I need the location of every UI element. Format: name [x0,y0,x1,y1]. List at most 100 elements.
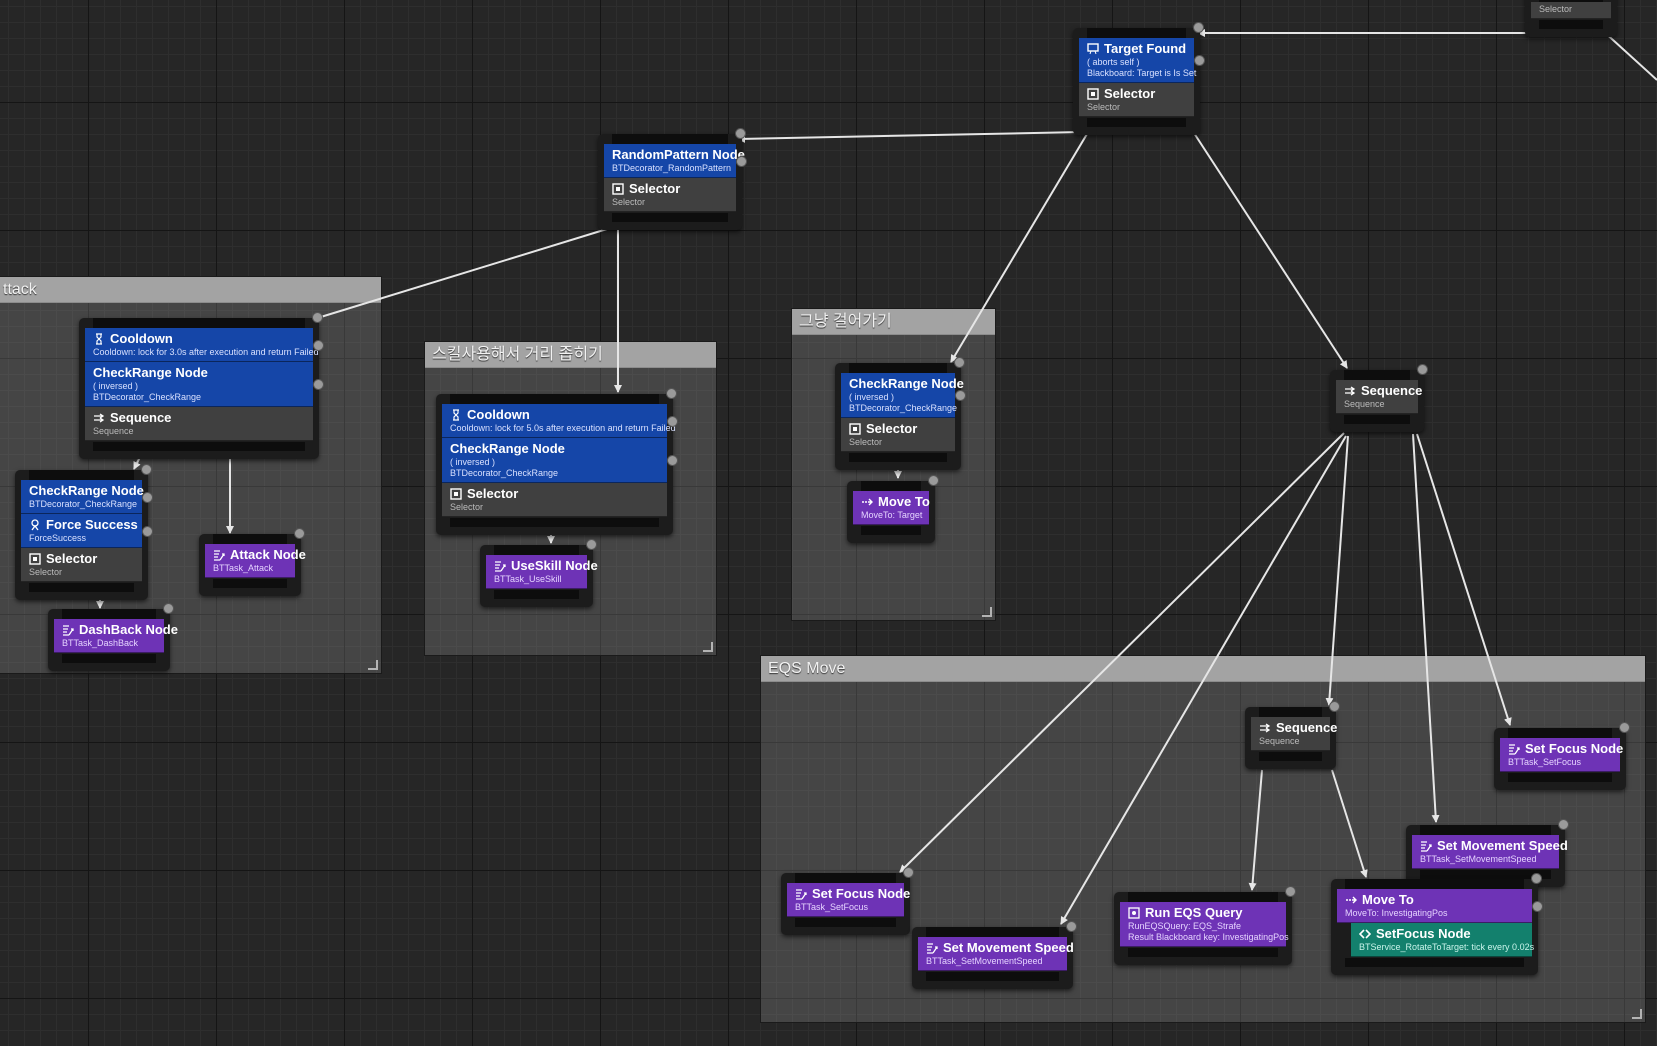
node-input-bar[interactable] [849,363,947,373]
node-input-bar[interactable] [1128,892,1278,902]
task-block[interactable]: Set Movement Speed BTTask_SetMovementSpe… [918,937,1074,971]
node-input-bar[interactable] [926,927,1059,937]
force-success-decorator[interactable]: Force Success ForceSuccess [21,514,153,548]
task-block[interactable]: DashBack Node BTTask_DashBack [54,619,178,653]
decorator-pin[interactable] [955,390,966,401]
node-output-bar[interactable] [1087,118,1186,127]
input-pin[interactable] [294,528,305,539]
attack-selector-node[interactable]: CheckRange Node BTDecorator_CheckRange F… [15,464,153,600]
node-output-bar[interactable] [450,518,659,527]
random-pattern-decorator[interactable]: RandomPattern Node BTDecorator_RandomPat… [604,144,747,178]
node-input-bar[interactable] [93,318,305,328]
random-pattern-selector-node[interactable]: RandomPattern Node BTDecorator_RandomPat… [598,128,747,230]
sequence-composite[interactable]: Sequence Sequence [1251,717,1337,751]
node-output-bar[interactable] [1259,752,1322,761]
task-block[interactable]: Set Focus Node BTTask_SetFocus [787,883,910,917]
node-input-bar[interactable] [213,534,287,544]
check-range-decorator[interactable]: CheckRange Node ( inversed ) BTDecorator… [85,362,324,407]
decorator-pin[interactable] [667,455,678,466]
decorator-pin[interactable] [667,415,678,427]
node-input-bar[interactable] [450,394,659,404]
input-pin[interactable] [666,388,677,399]
node-input-bar[interactable] [29,470,134,480]
run-eqs-query-task-node[interactable]: Run EQS Query RunEQSQuery: EQS_Strafe Re… [1114,886,1296,965]
check-range-decorator[interactable]: CheckRange Node BTDecorator_CheckRange [21,480,153,514]
node-input-bar[interactable] [1508,728,1612,738]
task-block[interactable]: Move To MoveTo: InvestigatingPos [1337,889,1543,923]
node-input-bar[interactable] [62,609,156,619]
node-input-bar[interactable] [1344,370,1410,380]
input-pin[interactable] [903,867,914,878]
cooldown-decorator[interactable]: Cooldown Cooldown: lock for 5.0s after e… [442,404,678,438]
task-block[interactable]: Run EQS Query RunEQSQuery: EQS_Strafe Re… [1120,902,1289,947]
task-block[interactable]: Set Focus Node BTTask_SetFocus [1500,738,1623,772]
input-pin[interactable] [735,128,746,139]
node-input-bar[interactable] [1087,28,1186,38]
node-output-bar[interactable] [849,453,947,462]
input-pin[interactable] [1531,873,1542,884]
useskill-task-node[interactable]: UseSkill Node BTTask_UseSkill [480,539,598,607]
input-pin[interactable] [1417,364,1428,375]
input-pin[interactable] [586,539,597,550]
node-output-bar[interactable] [861,526,921,535]
decorator-pin[interactable] [142,525,153,537]
input-pin[interactable] [928,475,939,486]
node-output-bar[interactable] [1539,20,1603,29]
node-input-bar[interactable] [612,134,728,144]
walk-selector-node[interactable]: CheckRange Node ( inversed ) BTDecorator… [835,357,966,470]
input-pin[interactable] [1619,722,1630,733]
sequence-composite[interactable]: Sequence Sequence [85,407,313,441]
node-input-bar[interactable] [1345,879,1524,889]
input-pin[interactable] [954,357,965,368]
check-range-decorator[interactable]: CheckRange Node ( inversed ) BTDecorator… [841,373,966,418]
task-block[interactable]: Attack Node BTTask_Attack [205,544,306,578]
decorator-pin[interactable] [313,379,324,390]
sequence-composite[interactable]: Sequence Sequence [1336,380,1422,414]
dashback-task-node[interactable]: DashBack Node BTTask_DashBack [48,603,178,671]
moveto-investigating-task-node[interactable]: Move To MoveTo: InvestigatingPos SetFocu… [1331,873,1543,975]
task-pin[interactable] [1532,900,1543,912]
blackboard-decorator[interactable]: Target Found ( aborts self ) Blackboard:… [1079,38,1205,83]
node-output-bar[interactable] [1345,958,1524,967]
input-pin[interactable] [1193,22,1204,33]
check-range-decorator[interactable]: CheckRange Node ( inversed ) BTDecorator… [442,438,678,483]
decorator-pin[interactable] [142,491,153,503]
set-focus-task-node-left[interactable]: Set Focus Node BTTask_SetFocus [781,867,914,935]
node-output-bar[interactable] [213,579,287,588]
attack-sequence-node[interactable]: Cooldown Cooldown: lock for 3.0s after e… [79,312,324,459]
decorator-pin[interactable] [736,155,747,167]
composite-block[interactable]: Selector [1531,2,1611,19]
input-pin[interactable] [312,312,323,323]
task-block[interactable]: UseSkill Node BTTask_UseSkill [486,555,598,589]
node-output-bar[interactable] [494,590,579,599]
node-output-bar[interactable] [1344,415,1410,424]
set-movement-speed-task-node-left[interactable]: Set Movement Speed BTTask_SetMovementSpe… [912,921,1077,989]
node-output-bar[interactable] [1128,948,1278,957]
selector-composite[interactable]: Selector Selector [1079,83,1194,117]
input-pin[interactable] [1329,701,1340,712]
node-output-bar[interactable] [795,918,896,927]
input-pin[interactable] [1558,819,1569,830]
node-output-bar[interactable] [29,583,134,592]
moveto-target-task-node[interactable]: Move To MoveTo: Target [847,475,939,543]
task-block[interactable]: Move To MoveTo: Target [853,491,930,525]
selector-composite[interactable]: Selector Selector [604,178,736,212]
selector-node-corner[interactable]: Selector [1525,0,1617,37]
node-output-bar[interactable] [612,213,728,222]
input-pin[interactable] [1066,921,1077,932]
eqs-sequence-node[interactable]: Sequence Sequence [1245,701,1340,769]
node-input-bar[interactable] [795,873,896,883]
task-block[interactable]: Set Movement Speed BTTask_SetMovementSpe… [1412,835,1568,869]
node-output-bar[interactable] [1508,773,1612,782]
target-found-selector-node[interactable]: Target Found ( aborts self ) Blackboard:… [1073,22,1205,135]
skill-selector-node[interactable]: Cooldown Cooldown: lock for 5.0s after e… [436,388,678,535]
decorator-pin[interactable] [1194,55,1205,66]
input-pin[interactable] [141,464,152,475]
behavior-tree-graph[interactable]: ttack 스킬사용해서 거리 좁히기 그냥 걸어가기 EQS Move Sel… [0,0,1657,1046]
selector-composite[interactable]: Selector Selector [21,548,142,582]
attack-task-node[interactable]: Attack Node BTTask_Attack [199,528,306,596]
service-block[interactable]: SetFocus Node BTService_RotateToTarget: … [1351,923,1534,957]
node-input-bar[interactable] [1420,825,1551,835]
cooldown-decorator[interactable]: Cooldown Cooldown: lock for 3.0s after e… [85,328,324,362]
input-pin[interactable] [1285,886,1296,897]
